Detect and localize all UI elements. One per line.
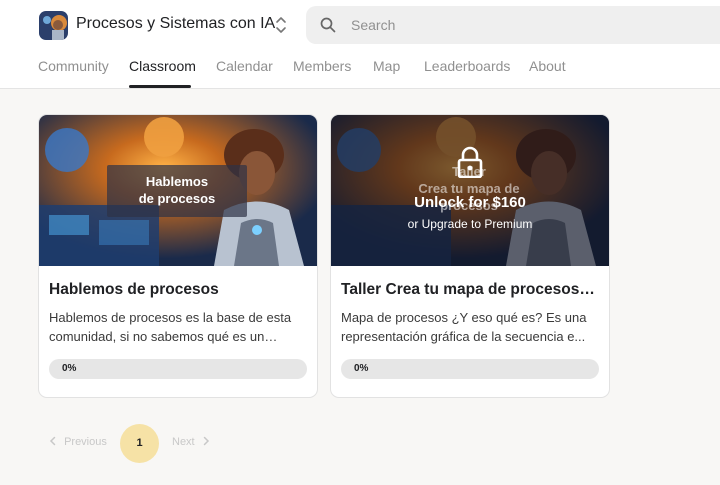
course-thumbnail: Taller Crea tu mapa de procesos Unlock f…	[331, 115, 609, 266]
tab-community[interactable]: Community	[38, 58, 109, 74]
tab-members[interactable]: Members	[293, 58, 351, 74]
course-progress-bar: 0%	[341, 359, 599, 379]
unlock-price-label[interactable]: Unlock for $160	[331, 194, 609, 211]
nav-tabs: Community Classroom Calendar Members Map…	[0, 56, 720, 89]
tab-about[interactable]: About	[529, 58, 566, 74]
chevron-left-icon	[48, 436, 58, 449]
lock-icon	[456, 146, 484, 178]
active-tab-indicator	[129, 85, 191, 88]
tab-calendar[interactable]: Calendar	[216, 58, 273, 74]
course-thumbnail: Hablemos de procesos	[39, 115, 317, 266]
course-progress-bar: 0%	[49, 359, 307, 379]
search-input[interactable]: Search	[306, 6, 720, 44]
course-title[interactable]: Taller Crea tu mapa de procesos e...	[341, 281, 599, 299]
course-card[interactable]: Hablemos de procesos Hablemos de proceso…	[38, 114, 318, 398]
course-thumbnail-label: Hablemos de procesos	[107, 165, 247, 217]
top-header: Procesos y Sistemas con IA Search Commun…	[0, 0, 720, 89]
upgrade-premium-label[interactable]: or Upgrade to Premium	[331, 217, 609, 231]
pagination-previous-label: Previous	[64, 436, 107, 449]
course-description: Mapa de procesos ¿Y eso qué es? Es una r…	[341, 310, 587, 344]
pagination-next: Next	[172, 436, 211, 449]
course-description: Hablemos de procesos es la base de esta …	[49, 310, 292, 344]
course-progress-text: 0%	[62, 363, 77, 374]
pagination-previous: Previous	[48, 436, 107, 449]
tab-classroom[interactable]: Classroom	[129, 58, 196, 74]
group-name[interactable]: Procesos y Sistemas con IA	[76, 15, 275, 33]
switch-chevrons-icon[interactable]	[272, 14, 290, 36]
pagination-next-label: Next	[172, 436, 195, 449]
pagination-page-current[interactable]: 1	[120, 424, 159, 463]
search-icon	[320, 17, 336, 33]
course-title[interactable]: Hablemos de procesos	[49, 281, 307, 299]
tab-map[interactable]: Map	[373, 58, 400, 74]
search-placeholder: Search	[351, 17, 396, 33]
chevron-right-icon	[201, 436, 211, 449]
group-logo-icon[interactable]	[39, 11, 68, 40]
course-progress-text: 0%	[354, 363, 369, 374]
tab-leaderboards[interactable]: Leaderboards	[424, 58, 510, 74]
course-card-locked[interactable]: Taller Crea tu mapa de procesos Unlock f…	[330, 114, 610, 398]
